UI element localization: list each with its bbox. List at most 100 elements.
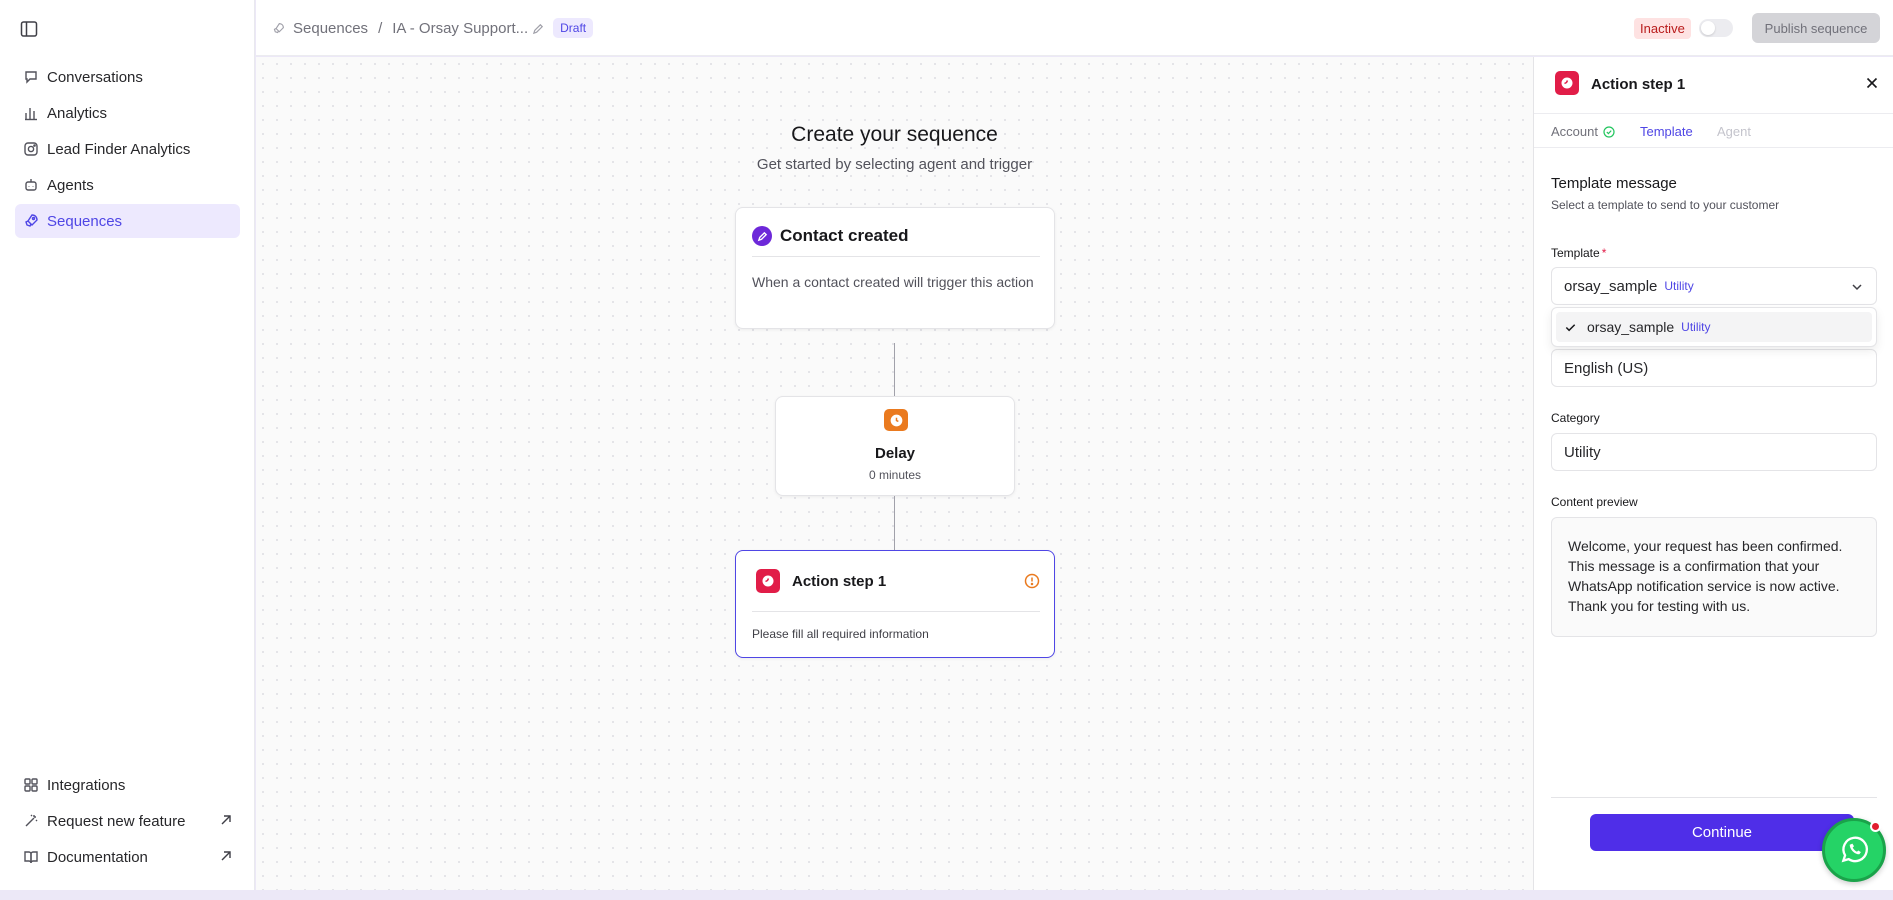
canvas-subtitle: Get started by selecting agent and trigg… (756, 156, 1033, 173)
notification-dot (1870, 821, 1881, 832)
sidebar-toggle-icon[interactable] (20, 20, 38, 38)
check-circle-icon (1603, 125, 1615, 138)
action-step-panel: Action step 1 Account Template Agent Tem… (1533, 57, 1893, 890)
target-icon (762, 575, 774, 587)
tab-account[interactable]: Account (1551, 124, 1615, 139)
book-icon (24, 851, 38, 864)
pencil-icon[interactable] (532, 22, 545, 35)
action-badge (1555, 71, 1579, 95)
close-icon[interactable] (1864, 75, 1880, 91)
action-badge (756, 569, 780, 593)
rocket-icon (273, 22, 284, 33)
top-bar: Sequences / IA - Orsay Support... Draft … (256, 0, 1893, 56)
magic-wand-icon (25, 814, 38, 827)
template-dropdown: orsay_sample Utility (1551, 307, 1877, 347)
check-icon (1565, 323, 1576, 331)
template-label-text: Template (1551, 246, 1600, 260)
sidebar-item-label: Conversations (47, 68, 143, 86)
tab-label: Account (1551, 124, 1598, 139)
action-title: Action step 1 (792, 572, 887, 590)
content-preview-label: Content preview (1551, 495, 1638, 509)
external-link-icon (221, 815, 231, 825)
pencil-icon (757, 231, 767, 241)
sidebar-item-conversations[interactable]: Conversations (15, 60, 240, 94)
external-link-icon (221, 851, 231, 861)
warning-icon (1024, 573, 1040, 589)
sidebar: Conversations Analytics Lead Finder Anal… (0, 0, 255, 890)
required-mark: * (1601, 246, 1607, 260)
language-field[interactable]: English (US) (1551, 349, 1877, 387)
template-select-value: orsay_sample (1564, 277, 1658, 295)
option-tag: Utility (1681, 320, 1711, 334)
delay-title: Delay (874, 445, 916, 462)
tab-template[interactable]: Template (1640, 124, 1693, 139)
action-node-header: Action step 1 (756, 569, 1040, 593)
action-description: Please fill all required information (752, 627, 929, 641)
active-toggle[interactable] (1699, 19, 1733, 37)
trigger-title: Contact created (780, 226, 909, 245)
delay-badge (884, 409, 908, 431)
sidebar-item-request-new-feature[interactable]: Request new feature (15, 804, 240, 838)
trigger-node-header: Contact created (752, 226, 1040, 257)
continue-button[interactable]: Continue (1590, 814, 1854, 851)
tab-agent[interactable]: Agent (1717, 124, 1751, 139)
canvas-title: Create your sequence (791, 123, 998, 146)
status-badge: Inactive (1634, 18, 1691, 39)
sidebar-item-label: Integrations (47, 776, 126, 794)
option-name: orsay_sample (1587, 319, 1675, 335)
sidebar-item-analytics[interactable]: Analytics (15, 96, 240, 130)
sidebar-item-label: Sequences (47, 212, 123, 230)
sidebar-item-sequences[interactable]: Sequences (15, 204, 240, 238)
template-label: Template * (1551, 246, 1606, 260)
category-label: Category (1551, 411, 1600, 425)
panel-tabs: Account Template Agent (1534, 114, 1893, 148)
draft-badge: Draft (553, 18, 594, 38)
instagram-icon (24, 142, 38, 156)
sidebar-item-agents[interactable]: Agents (15, 168, 240, 202)
sidebar-item-label: Documentation (47, 848, 148, 866)
action-node[interactable]: Action step 1 Please fill all required i… (735, 550, 1055, 658)
section-title: Template message (1551, 175, 1677, 192)
breadcrumb-separator: / (378, 19, 383, 37)
sequence-canvas[interactable]: Create your sequence Get started by sele… (256, 57, 1533, 890)
chat-icon (25, 71, 37, 84)
dropdown-option-orsay-sample[interactable]: orsay_sample Utility (1556, 312, 1872, 342)
trigger-node[interactable]: Contact created When a contact created w… (735, 207, 1055, 329)
target-icon (1561, 77, 1573, 89)
action-divider (752, 611, 1040, 612)
chevron-down-icon (1852, 284, 1862, 291)
panel-footer-divider (1551, 797, 1877, 798)
trigger-description: When a contact created will trigger this… (752, 274, 1034, 290)
delay-node[interactable]: Delay 0 minutes (775, 396, 1015, 496)
panel-header: Action step 1 (1534, 57, 1893, 114)
sidebar-item-label: Analytics (47, 104, 108, 122)
grid-icon (24, 778, 38, 792)
sidebar-item-label: Agents (47, 176, 94, 194)
sequence-name: IA - Orsay Support... (392, 19, 529, 37)
publish-sequence-button[interactable]: Publish sequence (1752, 13, 1880, 43)
language-value: English (US) (1564, 359, 1649, 377)
section-subtitle: Select a template to send to your custom… (1551, 198, 1780, 212)
rocket-icon (25, 214, 38, 227)
panel-title: Action step 1 (1591, 76, 1686, 93)
sidebar-item-lead-finder-analytics[interactable]: Lead Finder Analytics (15, 132, 240, 166)
category-field[interactable]: Utility (1551, 433, 1877, 471)
template-select[interactable]: orsay_sample Utility (1551, 267, 1877, 305)
bot-icon (25, 179, 37, 191)
sidebar-item-documentation[interactable]: Documentation (15, 840, 240, 874)
secondary-nav: Integrations Request new feature Documen… (15, 768, 240, 876)
trigger-badge (752, 226, 772, 246)
whatsapp-icon (1841, 836, 1869, 863)
sidebar-item-integrations[interactable]: Integrations (15, 768, 240, 802)
category-value: Utility (1564, 443, 1601, 461)
delay-value: 0 minutes (868, 468, 922, 482)
clock-icon (890, 414, 902, 426)
connector-line (894, 343, 895, 396)
breadcrumb-sequences-link[interactable]: Sequences (293, 20, 368, 37)
breadcrumb: Sequences / IA - Orsay Support... Draft (272, 18, 594, 38)
connector-line (894, 496, 895, 550)
content-preview: Welcome, your request has been confirmed… (1551, 517, 1877, 637)
sidebar-item-label: Request new feature (47, 812, 186, 830)
template-category-tag: Utility (1664, 279, 1694, 293)
bar-chart-icon (25, 108, 37, 121)
